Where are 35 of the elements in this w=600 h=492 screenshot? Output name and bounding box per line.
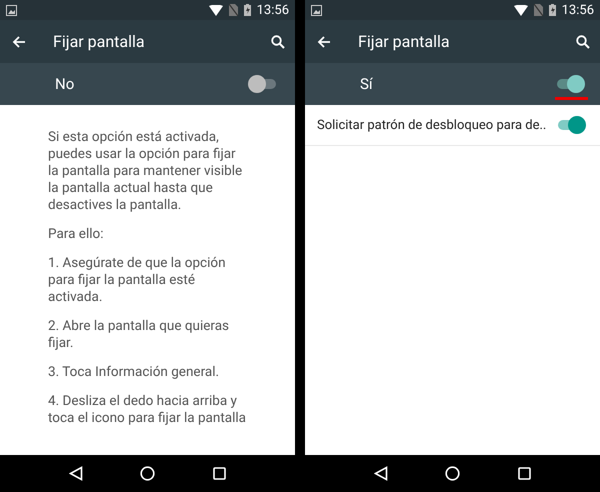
- description-paragraph: 2. Abre la pantalla que quieras fijar.: [48, 318, 230, 352]
- search-icon[interactable]: [271, 34, 285, 48]
- search-icon[interactable]: [576, 34, 590, 48]
- description-paragraph: 4. Desliza el dedo hacia arriba y toca el icono para fijar la pantalla: [48, 393, 248, 427]
- clock-text: 13:56: [256, 2, 289, 18]
- wifi-icon: [208, 4, 223, 16]
- toggle-switch[interactable]: [250, 75, 278, 93]
- home-icon[interactable]: [445, 466, 460, 481]
- back-arrow-icon[interactable]: [317, 36, 331, 48]
- screen-title: Fijar pantalla: [358, 32, 451, 51]
- description-paragraph: 3. Toca Información general.: [48, 364, 220, 381]
- description-paragraph: Si esta opción está activada, puedes usar la opción para fijar la pantalla para mantener visible la pantalla actual hasta que desactives la pantalla.: [48, 129, 244, 214]
- screen-title: Fijar pantalla: [53, 32, 146, 51]
- image-icon: [311, 4, 322, 16]
- description-paragraph: 1. Asegúrate de que la opción para fijar la pantalla esté activada.: [48, 255, 227, 306]
- switch-label: Sí: [360, 75, 374, 93]
- home-icon[interactable]: [140, 466, 156, 481]
- recents-icon[interactable]: [518, 467, 532, 480]
- setting-label: Solicitar patrón de desbloqueo para de..: [317, 118, 548, 132]
- back-icon[interactable]: [374, 466, 388, 481]
- toggle-switch[interactable]: [556, 116, 584, 134]
- no-sim-icon: [228, 4, 238, 16]
- clock-text: 13:56: [562, 2, 594, 18]
- back-icon[interactable]: [68, 466, 83, 481]
- no-sim-icon: [534, 4, 543, 16]
- toggle-switch[interactable]: [555, 75, 583, 93]
- description-paragraph: Para ello:: [48, 226, 104, 243]
- switch-label: No: [55, 75, 76, 93]
- image-icon: [6, 4, 17, 16]
- recents-icon[interactable]: [213, 467, 226, 480]
- back-arrow-icon[interactable]: [12, 36, 26, 48]
- setting-row[interactable]: Solicitar patrón de desbloqueo para de..: [305, 105, 600, 146]
- battery-icon: [548, 4, 556, 16]
- wifi-icon: [514, 4, 528, 16]
- battery-icon: [244, 4, 251, 16]
